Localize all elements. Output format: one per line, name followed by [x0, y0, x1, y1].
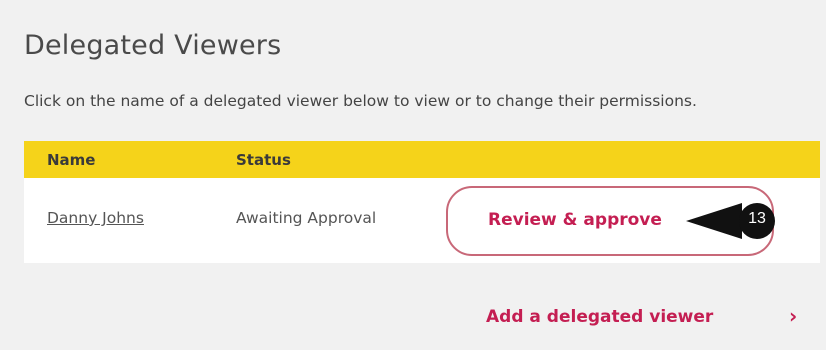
callout-badge: 13: [686, 203, 778, 239]
chevron-right-icon[interactable]: ›: [789, 304, 797, 328]
review-approve-label: Review & approve: [488, 210, 662, 230]
viewer-status: Awaiting Approval: [236, 209, 377, 227]
delegated-viewers-table: Name Status Danny Johns Awaiting Approva…: [24, 141, 820, 263]
table-row: Danny Johns Awaiting Approval Review & a…: [24, 178, 820, 263]
column-header-status: Status: [236, 150, 291, 169]
column-header-name: Name: [47, 150, 96, 169]
callout-number: 13: [748, 210, 766, 227]
viewer-name-link[interactable]: Danny Johns: [47, 209, 144, 227]
review-approve-button[interactable]: Review & approve 13: [446, 186, 775, 256]
intro-text: Click on the name of a delegated viewer …: [24, 92, 697, 110]
page-title: Delegated Viewers: [24, 30, 282, 61]
table-header: Name Status: [24, 141, 820, 178]
add-delegated-viewer-link[interactable]: Add a delegated viewer: [486, 307, 713, 327]
